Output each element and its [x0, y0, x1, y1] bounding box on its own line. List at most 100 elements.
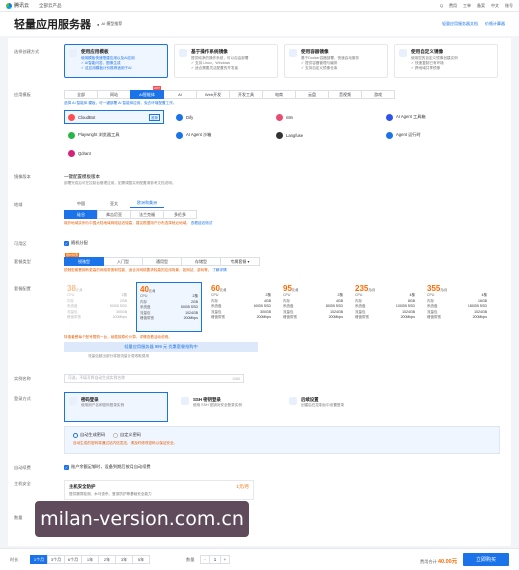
tab-category[interactable]: AI — [163, 90, 197, 99]
radio-auto-password[interactable]: 自动生成密码 — [73, 432, 105, 438]
login-card-password[interactable]: 密码登录 使用用户名和密码登录实例 — [64, 392, 168, 422]
promo-banner[interactable]: 轻量应用服务器 999 元 优惠套餐抢购中 — [64, 342, 258, 352]
random-zone-checkbox[interactable]: ✓ 随机分配 — [64, 240, 88, 246]
tab-duration[interactable]: 2年 — [98, 555, 116, 564]
tab-duration[interactable]: 6个月 — [64, 555, 82, 564]
plus-icon[interactable]: + — [221, 556, 229, 563]
auto-renew-checkbox[interactable]: ✓ 账户余额足够时，设备到期后按月自动续费 — [64, 464, 151, 470]
tab-duration[interactable]: 5年 — [132, 555, 150, 564]
header-tag[interactable]: ● AI 模型推荐 — [97, 21, 122, 27]
top-search-icon[interactable]: Q — [440, 3, 443, 8]
plan-price: 40 — [140, 285, 149, 294]
security-title: 主机安全防护 — [69, 484, 96, 489]
tab-region[interactable]: 中国 — [64, 199, 98, 208]
tab-category-active[interactable]: AI智能体 HOT — [130, 86, 164, 99]
plan-spec-label: 峰值带宽 — [140, 316, 154, 321]
plan-card[interactable]: 355元/月 CPU 4核 内存 16GB 系统盘 180GB SSD 流量包 1024GB 峰值… — [424, 282, 490, 332]
tab-category[interactable]: 网站 — [97, 90, 131, 99]
tab-category[interactable]: 云盘 — [295, 90, 329, 99]
app-item-agent-runtime[interactable]: Agent 运行时 — [386, 128, 486, 142]
radio-custom-password[interactable]: 自定义密码 — [113, 432, 141, 438]
scenario-card-title: 使用应用模板 — [81, 49, 109, 54]
tab-type-active[interactable]: 锐驰型 限时特惠 — [64, 253, 104, 266]
login-card-ssh[interactable]: SSH 密钥登录 使用 SSH 密钥对安全登录实例 — [176, 392, 280, 422]
app-item-qdrant[interactable]: Qdrant — [68, 146, 168, 160]
app-item-dify[interactable]: Dify — [176, 110, 276, 124]
app-item-langfuse[interactable]: Langfuse — [276, 128, 376, 142]
scenario-card-container[interactable]: 使用容器镜像 基于Docker容器部署，快速启动服务 ✓ 提供容器管理与编排 ✓… — [284, 44, 388, 78]
tab-city-active[interactable]: 硅谷 — [64, 210, 98, 219]
tab-category[interactable]: 电商 — [262, 90, 296, 99]
logo[interactable]: 腾讯云 — [6, 2, 29, 9]
minus-icon[interactable]: − — [201, 556, 209, 563]
plan-card[interactable]: 235元/月 CPU 4核 内存 8GB 系统盘 100GB SSD 流量包 1024GB 峰值带… — [352, 282, 418, 332]
app-item-n8n[interactable]: n8n — [276, 110, 376, 124]
tab-category[interactable]: 全部 — [64, 90, 98, 99]
top-item-account[interactable]: 账号 — [505, 3, 513, 9]
security-desc: 提供漏洞检测、木马查杀、登录防护等基础安全能力 — [69, 492, 152, 496]
tab-type-more[interactable]: 专属套餐 ▾ — [220, 257, 260, 266]
tab-city[interactable]: 多伦多 — [163, 210, 197, 219]
app-item-cloudbot[interactable]: CloudBot 推荐 — [64, 110, 164, 124]
tab-category[interactable]: 开发工具 — [229, 90, 263, 99]
tab-duration[interactable]: 1年 — [81, 555, 99, 564]
tab-type[interactable]: 通用型 — [142, 257, 182, 266]
scenario-card-desc: ✓ 支持自定义镜像仓库 — [301, 66, 338, 70]
row-instance-name: 实例名称 可选，不填写将自动生成实例名称 0/60 — [8, 374, 511, 386]
plan-price-row: 38元/月 — [67, 284, 127, 293]
scenario-card-title: 使用自定义镜像 — [411, 49, 444, 54]
row-login: 登录方式 密码登录 使用用户名和密码登录实例 SSH 密钥登录 使用 SSH 密… — [8, 392, 511, 458]
login-card-desc: 创建后在控制台中设置登录 — [301, 403, 345, 407]
scenario-card-app-template[interactable]: 使用应用模板 使用模板快速搭建应用以及AI应用 ✓ AI智能问答、图像生成 ✓ … — [64, 44, 168, 78]
tab-region-active[interactable]: 欧洲和美洲 — [130, 199, 164, 208]
header-link-price-calc[interactable]: 价格计算器 — [485, 21, 505, 27]
top-item-icp[interactable]: 备案 — [477, 3, 485, 9]
total-price-value: 40.00元 — [437, 559, 458, 565]
app-item-agent-toolbox[interactable]: AI Agent 工具箱 — [386, 110, 486, 124]
password-icon — [69, 397, 77, 405]
top-item-billing[interactable]: 费用 — [449, 3, 457, 9]
quantity-stepper[interactable]: − 1 + — [200, 555, 230, 564]
tab-duration[interactable]: 3年 — [115, 555, 133, 564]
security-card[interactable]: 主机安全防护 1元/月 提供漏洞检测、木马查杀、登录防护等基础安全能力 — [64, 480, 254, 500]
app-template-label: 应用模板 — [14, 92, 31, 97]
scenario-card-os-image[interactable]: 基于操作系统镜像 提供纯净的操作系统，可以自由部署 ✓ 支持 Linux、Win… — [174, 44, 278, 78]
plan-card[interactable]: 40元/月 CPU 2核 内存 2GB 系统盘 50GB SSD 流量包 1024GB 峰值带宽 2… — [136, 282, 202, 332]
tab-category[interactable]: Web开发 — [196, 90, 230, 99]
row-instance-type: 套餐类型 锐驰型 限时特惠 入门型 通用型 存储型 专属套餐 ▾ 锐驰型套餐拥有… — [8, 253, 511, 278]
plan-price: 95 — [283, 284, 292, 293]
tab-city[interactable]: 法兰克福 — [130, 210, 164, 219]
app-item-playwright[interactable]: Playwright 浏览器工具 — [68, 128, 168, 142]
header-link-docs[interactable]: 轻量应用服务器文档 — [442, 21, 478, 27]
tab-city[interactable]: 弗吉尼亚 — [97, 210, 131, 219]
login-card-desc: 使用用户名和密码登录实例 — [81, 403, 125, 407]
scenario-card-custom-image[interactable]: 使用自定义镜像 使用您的自定义镜像创建实例 ✓ 快速复制已有环境 ✓ 跨地域共享… — [394, 44, 498, 78]
tab-category[interactable]: 音视频 — [328, 90, 362, 99]
instance-type-label: 套餐类型 — [14, 259, 31, 264]
hot-badge: HOT — [152, 86, 161, 90]
tab-type[interactable]: 存储型 — [181, 257, 221, 266]
playwright-icon — [68, 131, 75, 139]
buy-now-button[interactable]: 立即购买 — [463, 553, 509, 566]
top-item-language[interactable]: 中文 — [491, 3, 499, 9]
tab-region[interactable]: 亚太 — [97, 199, 131, 208]
tab-type[interactable]: 入门型 — [103, 257, 143, 266]
instance-type-note-link[interactable]: 了解详情 — [212, 268, 226, 272]
instance-name-input[interactable]: 可选，不填写将自动生成实例名称 0/60 — [64, 374, 244, 383]
tab-duration-active[interactable]: 1个月 — [30, 555, 48, 564]
scenario-card-desc: ✓ 这应用模板计价推荐适用于AI — [81, 66, 132, 70]
login-card-later[interactable]: 后续设置 创建后在控制台中设置登录 — [284, 392, 388, 422]
plan-card[interactable]: 60元/月 CPU 2核 内存 4GB 系统盘 60GB SSD 流量包 300GB 峰值带宽 20… — [208, 282, 274, 332]
tab-duration[interactable]: 3个月 — [47, 555, 65, 564]
plan-card[interactable]: 95元/月 CPU 2核 内存 4GB 系统盘 80GB SSD 流量包 1024GB 峰值带宽 2… — [280, 282, 346, 332]
top-nav-products[interactable]: 全部云产品 — [39, 3, 62, 9]
region-note-link[interactable]: 查看延迟测试 — [191, 221, 213, 225]
app-item-agent-sandbox[interactable]: AI Agent 沙箱 — [176, 128, 276, 142]
quantity-value[interactable]: 1 — [209, 556, 221, 563]
tab-category[interactable]: 游戏 — [361, 90, 395, 99]
plan-card[interactable]: 38元/月 CPU 2核 内存 2GB 系统盘 50GB SSD 流量包 300GB 峰值带宽 20… — [64, 282, 130, 332]
header-tag-label: AI 模型推荐 — [101, 21, 123, 26]
plan-spec-value: 200Mbps — [472, 315, 487, 320]
dify-icon — [176, 113, 183, 121]
top-item-ticket[interactable]: 工单 — [463, 3, 471, 9]
